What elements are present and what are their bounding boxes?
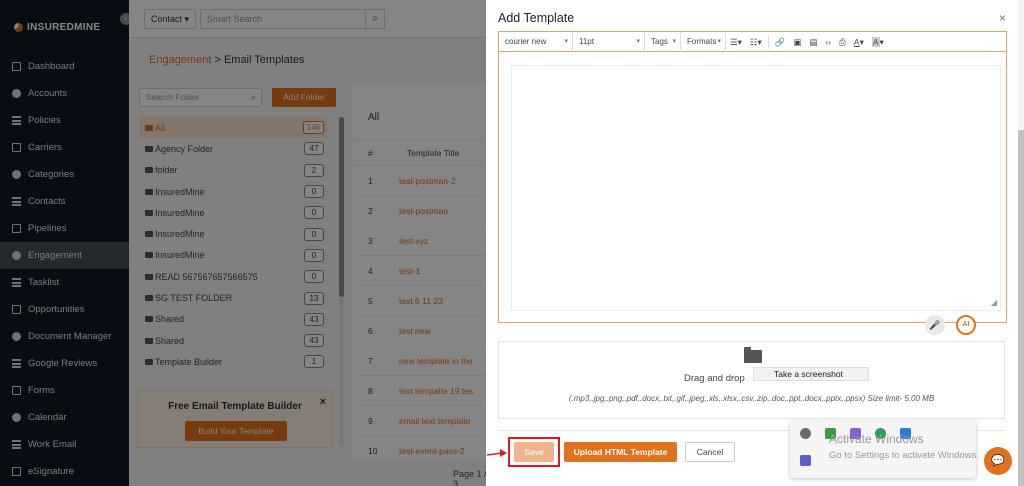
screenshot-tooltip: Take a screenshot — [753, 367, 869, 381]
app-root: INSUREDMINE ‹ Dashboard Accounts Policies C… — [0, 0, 1024, 486]
editor-toolbar: courier new ▾ 11pt ▾ Tags ▾ Formats ▾ ☰▾ ☷▾ … — [499, 31, 1006, 52]
image-icon[interactable]: ▣ — [789, 32, 805, 52]
background-color-icon[interactable]: A▾ — [868, 32, 888, 52]
tags-label: Tags — [651, 36, 668, 46]
teams-icon[interactable] — [800, 455, 811, 466]
chevron-down-icon: ▾ — [564, 37, 568, 45]
file-upload-dropzone[interactable]: Drag and drop Take a screenshot (.mp3,.j… — [498, 341, 1005, 419]
microphone-button[interactable]: 🎤 — [925, 315, 945, 335]
arrow-annotation-icon — [487, 449, 507, 457]
folder-icon — [744, 347, 762, 363]
close-icon[interactable]: × — [999, 11, 1006, 25]
toolbar-divider — [767, 34, 769, 49]
save-button[interactable]: Save — [514, 442, 554, 462]
media-icon[interactable]: ▤ — [805, 32, 821, 52]
text-color-icon[interactable]: A▾ — [850, 32, 868, 52]
rich-text-editor: courier new ▾ 11pt ▾ Tags ▾ Formats ▾ ☰▾ ☷▾ … — [498, 31, 1007, 323]
print-icon[interactable]: ⎙ — [835, 32, 850, 52]
drag-drop-text: Drag and drop — [684, 373, 745, 384]
activate-windows-title: Activate Windows — [829, 432, 924, 446]
cancel-button[interactable]: Cancel — [685, 442, 735, 462]
activate-windows-subtitle: Go to Settings to activate Windows. — [829, 450, 979, 461]
resize-handle-icon[interactable]: ◢ — [991, 298, 997, 307]
microphone-icon: 🎤 — [929, 320, 941, 330]
font-family-value: courier new — [505, 36, 547, 46]
link-icon[interactable]: 🔗 — [771, 32, 790, 52]
modal-title: Add Template — [498, 11, 575, 25]
modal-backdrop[interactable] — [0, 0, 486, 486]
ai-assistant-button[interactable]: AI — [956, 315, 976, 335]
font-size-value: 11pt — [579, 36, 594, 46]
font-size-select[interactable]: 11pt ▾ — [573, 31, 645, 52]
formats-menu[interactable]: Formats ▾ — [681, 31, 726, 52]
page-scrollbar-thumb[interactable] — [1018, 130, 1024, 486]
chat-icon: 💬 — [991, 455, 1005, 467]
tags-menu[interactable]: Tags ▾ — [645, 31, 681, 52]
editor-content-area[interactable]: ◢ — [511, 65, 1001, 311]
formats-label: Formats — [687, 36, 717, 46]
upload-html-template-button[interactable]: Upload HTML Template — [564, 442, 677, 462]
ai-chip-icon: AI — [962, 321, 970, 328]
chevron-down-icon: ▾ — [636, 37, 640, 45]
numbered-list-icon[interactable]: ☷▾ — [746, 32, 766, 52]
chevron-down-icon: ▾ — [672, 37, 676, 45]
bullet-list-icon[interactable]: ☰▾ — [726, 32, 746, 52]
add-template-modal: Add Template × courier new ▾ 11pt ▾ Tags ▾ … — [486, 0, 1018, 486]
allowed-file-types: (.mp3,.jpg,.png,.pdf,.docx,.txt,.gif,.jp… — [568, 394, 935, 403]
chevron-down-icon: ▾ — [717, 37, 721, 45]
code-icon[interactable]: ‹› — [821, 32, 835, 52]
cloud-icon[interactable] — [800, 428, 811, 439]
font-family-select[interactable]: courier new ▾ — [499, 31, 573, 52]
chat-support-button[interactable]: 💬 — [984, 447, 1012, 475]
